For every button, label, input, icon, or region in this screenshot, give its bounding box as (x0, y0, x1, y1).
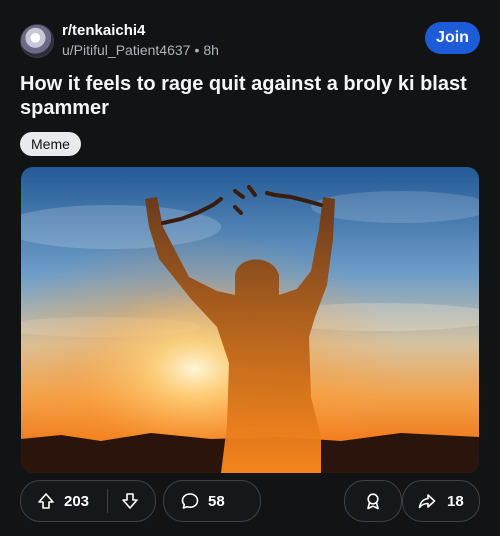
post-title[interactable]: How it feels to rage quit against a brol… (20, 72, 480, 120)
share-button[interactable]: 18 (402, 480, 480, 522)
upvote-count: 203 (64, 492, 90, 510)
downvote-icon[interactable] (120, 491, 140, 511)
post-time: 8h (203, 42, 219, 58)
post-card: r/tenkaichi4 u/Pitiful_Patient4637 • 8h Jo… (0, 0, 500, 536)
meta-separator: • (194, 42, 200, 58)
post-meta: u/Pitiful_Patient4637 • 8h (62, 42, 219, 58)
award-icon (363, 491, 383, 511)
vote-control: 203 (20, 480, 156, 522)
post-image[interactable] (21, 167, 479, 473)
post-flair[interactable]: Meme (20, 132, 81, 156)
comment-count: 58 (208, 492, 225, 510)
award-button[interactable] (344, 480, 402, 522)
comment-icon (180, 491, 200, 511)
upvote-icon[interactable] (36, 491, 56, 511)
share-icon (417, 491, 437, 511)
comments-button[interactable]: 58 (163, 480, 261, 522)
action-bar: 203 58 18 (20, 480, 480, 522)
post-header: r/tenkaichi4 u/Pitiful_Patient4637 • 8h Jo… (20, 22, 480, 62)
silhouette-broken-chains-image (21, 167, 479, 473)
author-name[interactable]: u/Pitiful_Patient4637 (62, 42, 190, 58)
subreddit-name[interactable]: r/tenkaichi4 (62, 22, 145, 39)
vote-divider (107, 489, 108, 513)
subreddit-avatar[interactable] (20, 24, 54, 58)
join-button[interactable]: Join (425, 22, 480, 54)
share-count: 18 (447, 492, 464, 510)
